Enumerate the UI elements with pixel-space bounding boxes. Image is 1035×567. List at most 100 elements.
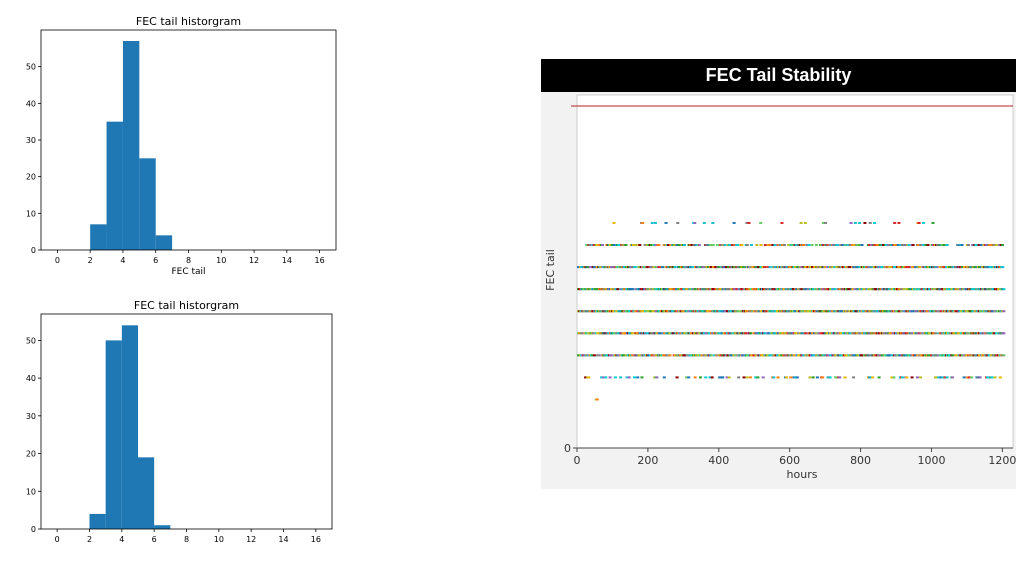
data-point [833,288,837,291]
data-point [601,244,605,247]
data-point [710,376,714,379]
y-tick-label: 0 [564,442,571,455]
data-point [619,376,623,379]
data-point [768,266,772,269]
data-point [907,244,911,247]
histogram-frame [40,29,337,251]
data-point [633,266,637,269]
y-axis-label: FEC tail [544,249,557,291]
data-point [640,376,644,379]
data-point [810,244,814,247]
data-point [723,244,727,247]
data-point [597,354,601,357]
x-tick-label: 14 [278,535,288,544]
data-point [892,376,896,379]
histogram-bottom-svg: FEC tail historgram 0 2 4 6 8 10 12 14 16 0 10 20 30 4… [26,299,333,544]
histogram-top: FEC tail historgram 0 2 4 6 8 10 12 14 16 0 10 20 30 4… [0,10,360,285]
data-point [926,244,930,247]
data-point [911,244,915,247]
data-point [641,221,645,224]
data-point [843,376,847,379]
data-point [711,221,715,224]
data-point [815,376,819,379]
data-point [1001,266,1005,269]
data-point [675,376,679,379]
data-point [934,332,938,335]
data-point [687,376,691,379]
data-point [633,376,637,379]
data-point [919,376,923,379]
data-point [717,266,721,269]
x-tick-label: 800 [850,454,871,467]
data-point [808,376,812,379]
data-point [918,266,922,269]
data-point [917,221,921,224]
x-axis-label: hours [787,468,818,481]
data-point [824,221,828,224]
data-point [789,376,793,379]
x-tick-label: 6 [152,535,157,544]
data-point [591,332,595,335]
x-tick-label: 16 [315,256,325,265]
data-point [657,244,661,247]
data-point [799,221,803,224]
data-point [872,221,876,224]
x-tick-label: 1000 [917,454,945,467]
data-point [730,244,734,247]
data-point [763,244,767,247]
data-point [655,376,659,379]
data-point [795,376,799,379]
histogram-bottom: FEC tail historgram 0 2 4 6 8 10 12 14 16 0 10 20 30 4… [0,292,360,567]
x-tick-label: 0 [55,535,60,544]
histogram-bar [139,158,156,250]
x-tick-label: 1200 [988,454,1016,467]
data-point [993,376,997,379]
data-point [693,221,697,224]
y-tick-label: 0 [31,525,36,534]
data-point [990,376,994,379]
histogram-bar [122,41,140,250]
data-point [838,376,842,379]
data-point [970,376,974,379]
histogram-bar [90,224,107,250]
data-point [653,221,657,224]
data-point [1002,288,1006,291]
data-point [860,244,864,247]
x-tick-label: 600 [779,454,800,467]
data-point [662,376,666,379]
y-tick-label: 40 [26,374,36,383]
data-point [773,244,777,247]
data-point [650,221,654,224]
data-point [748,376,752,379]
data-point [631,332,635,335]
y-tick-label: 20 [26,173,36,182]
data-point [636,376,640,379]
x-tick-label: 10 [214,535,224,544]
data-point [657,266,661,269]
data-point [704,376,708,379]
data-point [974,244,978,247]
data-point [994,244,998,247]
data-point [897,221,901,224]
y-tick-label: 40 [26,99,36,108]
data-point [942,244,946,247]
data-point [740,244,744,247]
histogram-bar [105,340,122,529]
data-point [821,376,825,379]
data-point [661,266,665,269]
data-point [742,376,746,379]
data-point [814,244,818,247]
data-point [849,221,853,224]
data-point [950,376,954,379]
data-point [782,244,786,247]
data-point [802,244,806,247]
data-point [951,354,955,357]
data-point [592,354,596,357]
data-point [900,376,904,379]
histogram-top-svg: FEC tail historgram 0 2 4 6 8 10 12 14 16 0 10 20 30 4… [26,15,337,277]
data-point [608,376,612,379]
data-point [702,221,706,224]
x-tick-label: 12 [249,256,259,265]
data-point [768,244,772,247]
x-tick-label: 0 [55,256,60,265]
